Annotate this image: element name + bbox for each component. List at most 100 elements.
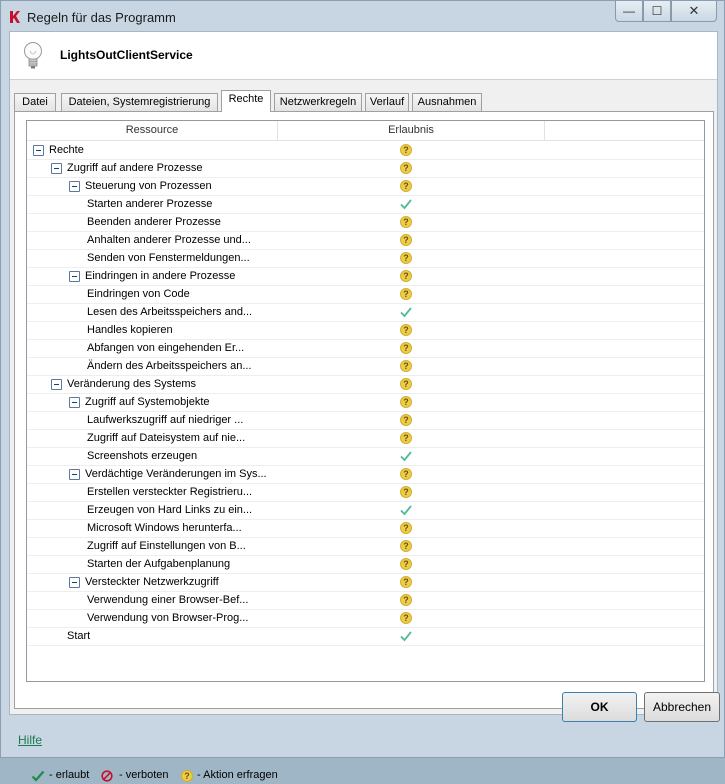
tree-row[interactable]: Rechte? bbox=[27, 142, 704, 160]
row-label: Erzeugen von Hard Links zu ein... bbox=[87, 504, 253, 516]
tree-row[interactable]: Eindringen in andere Prozesse? bbox=[27, 268, 704, 286]
collapse-toggle-icon[interactable] bbox=[51, 379, 62, 390]
question-icon[interactable]: ? bbox=[400, 468, 412, 480]
collapse-toggle-icon[interactable] bbox=[51, 163, 62, 174]
program-header: LightsOutClientService bbox=[10, 32, 717, 80]
question-icon[interactable]: ? bbox=[400, 144, 412, 156]
question-icon[interactable]: ? bbox=[400, 558, 412, 570]
collapse-toggle-icon[interactable] bbox=[33, 145, 44, 156]
question-icon[interactable]: ? bbox=[400, 522, 412, 534]
question-icon[interactable]: ? bbox=[400, 216, 412, 228]
title-bar: Regeln für das Programm — ☐ ✕ bbox=[1, 1, 724, 31]
check-icon[interactable] bbox=[400, 450, 412, 462]
tree-row[interactable]: Zugriff auf andere Prozesse? bbox=[27, 160, 704, 178]
tree-row[interactable]: Erstellen versteckter Registrieru...? bbox=[27, 484, 704, 502]
collapse-toggle-icon[interactable] bbox=[69, 397, 80, 408]
collapse-toggle-icon[interactable] bbox=[69, 181, 80, 192]
check-icon[interactable] bbox=[400, 198, 412, 210]
tree-row[interactable]: Ändern des Arbeitsspeichers an...? bbox=[27, 358, 704, 376]
tree-row[interactable]: Steuerung von Prozessen? bbox=[27, 178, 704, 196]
collapse-toggle-icon[interactable] bbox=[69, 577, 80, 588]
row-label: Starten anderer Prozesse bbox=[87, 198, 213, 210]
help-link[interactable]: Hilfe bbox=[18, 733, 42, 747]
tree-row[interactable]: Senden von Fenstermeldungen...? bbox=[27, 250, 704, 268]
question-icon[interactable]: ? bbox=[400, 180, 412, 192]
collapse-toggle-icon[interactable] bbox=[69, 469, 80, 480]
tree-row[interactable]: Erzeugen von Hard Links zu ein... bbox=[27, 502, 704, 520]
row-label: Eindringen in andere Prozesse bbox=[85, 270, 236, 282]
tree-row[interactable]: Veränderung des Systems? bbox=[27, 376, 704, 394]
row-label: Zugriff auf Einstellungen von B... bbox=[87, 540, 246, 552]
tree-row[interactable]: Versteckter Netzwerkzugriff? bbox=[27, 574, 704, 592]
ok-button[interactable]: OK bbox=[562, 692, 637, 722]
row-label: Veränderung des Systems bbox=[67, 378, 197, 390]
collapse-toggle-icon[interactable] bbox=[69, 271, 80, 282]
question-icon[interactable]: ? bbox=[400, 576, 412, 588]
tree-row[interactable]: Verwendung von Browser-Prog...? bbox=[27, 610, 704, 628]
tab-dateien-systemregistrierung[interactable]: Dateien, Systemregistrierung bbox=[61, 93, 218, 111]
tree-row[interactable]: Zugriff auf Einstellungen von B...? bbox=[27, 538, 704, 556]
check-icon[interactable] bbox=[400, 306, 412, 318]
question-icon[interactable]: ? bbox=[400, 594, 412, 606]
check-icon bbox=[31, 770, 45, 782]
tree-row[interactable]: Verdächtige Veränderungen im Sys...? bbox=[27, 466, 704, 484]
tree-row[interactable]: Verwendung einer Browser-Bef...? bbox=[27, 592, 704, 610]
tree-row[interactable]: Handles kopieren? bbox=[27, 322, 704, 340]
tab-rechte[interactable]: Rechte bbox=[221, 90, 271, 112]
row-label: Starten der Aufgabenplanung bbox=[87, 558, 231, 570]
minimize-button[interactable]: — bbox=[615, 1, 643, 22]
tree-row[interactable]: Eindringen von Code? bbox=[27, 286, 704, 304]
tree-row[interactable]: Starten anderer Prozesse bbox=[27, 196, 704, 214]
program-name: LightsOutClientService bbox=[60, 48, 193, 62]
tab-verlauf[interactable]: Verlauf bbox=[365, 93, 409, 111]
forbidden-icon bbox=[101, 770, 113, 782]
column-header-permission[interactable]: Erlaubnis bbox=[278, 121, 545, 141]
maximize-button[interactable]: ☐ bbox=[643, 1, 671, 22]
legend-allowed: - erlaubt bbox=[49, 769, 90, 781]
cancel-button[interactable]: Abbrechen bbox=[644, 692, 720, 722]
tab-datei[interactable]: Datei bbox=[14, 93, 56, 111]
question-icon[interactable]: ? bbox=[400, 252, 412, 264]
question-icon[interactable]: ? bbox=[400, 396, 412, 408]
kaspersky-icon bbox=[10, 11, 20, 23]
tree-row[interactable]: Starten der Aufgabenplanung? bbox=[27, 556, 704, 574]
question-icon[interactable]: ? bbox=[400, 486, 412, 498]
tree-row[interactable]: Screenshots erzeugen bbox=[27, 448, 704, 466]
question-icon[interactable]: ? bbox=[400, 270, 412, 282]
check-icon[interactable] bbox=[400, 630, 412, 642]
question-icon[interactable]: ? bbox=[400, 234, 412, 246]
question-icon[interactable]: ? bbox=[400, 432, 412, 444]
dialog-client: LightsOutClientService Datei Dateien, Sy… bbox=[9, 31, 718, 782]
tree-row[interactable]: Abfangen von eingehenden Er...? bbox=[27, 340, 704, 358]
row-label: Verwendung einer Browser-Bef... bbox=[87, 594, 249, 606]
question-icon[interactable]: ? bbox=[400, 162, 412, 174]
tree-row[interactable]: Laufwerkszugriff auf niedriger ...? bbox=[27, 412, 704, 430]
row-label: Beenden anderer Prozesse bbox=[87, 216, 221, 228]
check-icon[interactable] bbox=[400, 504, 412, 516]
row-label: Verdächtige Veränderungen im Sys... bbox=[85, 468, 267, 480]
tree-row[interactable]: Start bbox=[27, 628, 704, 646]
column-header-resource[interactable]: Ressource bbox=[27, 121, 278, 141]
tree-row[interactable]: Anhalten anderer Prozesse und...? bbox=[27, 232, 704, 250]
tab-ausnahmen[interactable]: Ausnahmen bbox=[412, 93, 482, 111]
tab-netzwerkregeln[interactable]: Netzwerkregeln bbox=[274, 93, 362, 111]
tree-row[interactable]: Lesen des Arbeitsspeichers and... bbox=[27, 304, 704, 322]
tree-row[interactable]: Microsoft Windows herunterfa...? bbox=[27, 520, 704, 538]
row-label: Lesen des Arbeitsspeichers and... bbox=[87, 306, 253, 318]
tree-row[interactable]: Zugriff auf Dateisystem auf nie...? bbox=[27, 430, 704, 448]
question-icon[interactable]: ? bbox=[400, 342, 412, 354]
close-button[interactable]: ✕ bbox=[671, 1, 717, 22]
lightbulb-icon bbox=[24, 42, 42, 69]
column-header-row: Ressource Erlaubnis bbox=[27, 121, 704, 141]
tree-row[interactable]: Beenden anderer Prozesse? bbox=[27, 214, 704, 232]
question-icon[interactable]: ? bbox=[400, 414, 412, 426]
question-icon[interactable]: ? bbox=[400, 378, 412, 390]
question-icon[interactable]: ? bbox=[400, 288, 412, 300]
rights-tree-table[interactable]: Ressource Erlaubnis Rechte? Zugriff auf a… bbox=[26, 120, 705, 682]
question-icon[interactable]: ? bbox=[400, 540, 412, 552]
question-icon[interactable]: ? bbox=[400, 360, 412, 372]
question-icon[interactable]: ? bbox=[400, 324, 412, 336]
row-label: Anhalten anderer Prozesse und... bbox=[87, 234, 251, 246]
question-icon[interactable]: ? bbox=[400, 612, 412, 624]
tree-row[interactable]: Zugriff auf Systemobjekte? bbox=[27, 394, 704, 412]
